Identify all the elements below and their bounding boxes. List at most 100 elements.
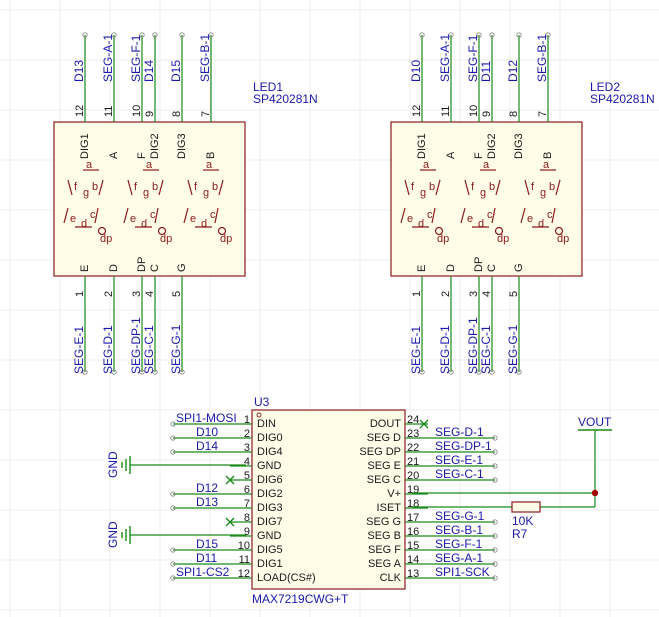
u3-net-label: SEG-D-1 <box>435 425 484 439</box>
u3-pin-number: 19 <box>407 484 419 496</box>
led2-pin-name: G <box>513 263 525 272</box>
u3-net-label: D15 <box>196 537 218 551</box>
led1-pin-number: 10 <box>131 105 143 117</box>
led2-component[interactable]: LED2 SP420281N D1012DIG1SEG-A-111ASEG-F-… <box>390 32 655 375</box>
u3-net-label: SEG-B-1 <box>435 523 483 537</box>
led1-pin-4[interactable]: C 4 SEG-C-1 <box>142 264 161 375</box>
u3-pin-name: SEG C <box>367 474 401 486</box>
u3-net-label: SPI1-SCK <box>435 565 490 579</box>
led1-pin-net: SEG-C-1 <box>142 325 156 374</box>
u3-pin-name: SEG E <box>367 460 401 472</box>
gnd-label-pin9: GND <box>106 521 120 548</box>
led2-pin-net: SEG-DP-1 <box>466 317 480 374</box>
led2-pin-5[interactable]: G 5 SEG-G-1 <box>506 263 525 375</box>
u3-pin-name: DIG1 <box>257 558 283 570</box>
gnd-symbol-pin4[interactable]: GND <box>106 451 246 478</box>
u3-pin-name: V+ <box>387 488 401 500</box>
led1-pin-name: B <box>205 152 217 159</box>
u3-net-label: SEG-DP-1 <box>435 439 492 453</box>
gnd-symbol-pin9[interactable]: GND <box>106 521 246 548</box>
segment-c: c <box>427 209 433 221</box>
segment-d: d <box>478 218 484 230</box>
segment-e: e <box>130 213 136 225</box>
led1-pin-net: D13 <box>72 60 86 82</box>
r7-designator: R7 <box>512 527 528 541</box>
u3-pin-name: GND <box>257 530 282 542</box>
led2-pin-name: DIG2 <box>486 133 498 159</box>
u3-pin-number: 20 <box>407 470 419 482</box>
led2-pin-4[interactable]: C 4 SEG-C-1 <box>479 264 498 375</box>
led2-pin-name: D <box>445 264 457 272</box>
led1-pin-number: 1 <box>74 291 86 297</box>
led1-pin-1[interactable]: E 1 SEG-E-1 <box>72 265 91 375</box>
led2-pin-number: 5 <box>508 291 520 297</box>
u3-component[interactable]: U3 MAX7219CWG+T 1 DIN SPI1-MOSI 2 DIG0 D10 3 DI… <box>170 395 498 606</box>
led2-pin-net: SEG-F-1 <box>466 34 480 82</box>
led1-pin-name: A <box>108 151 120 159</box>
led2-pin-net: D10 <box>409 60 423 82</box>
led2-part-number: SP420281N <box>590 92 655 106</box>
u3-pin-number: 14 <box>407 554 419 566</box>
led1-pin-net: SEG-F-1 <box>129 34 143 82</box>
led1-pin-5[interactable]: G 5 SEG-G-1 <box>169 263 188 375</box>
led1-pin-net: SEG-DP-1 <box>129 317 143 374</box>
r7-body <box>511 501 541 513</box>
u3-pin-number: 2 <box>244 428 250 440</box>
led1-pin-name: F <box>136 152 148 159</box>
u3-net-label: SEG-F-1 <box>435 537 483 551</box>
segment-g: g <box>143 187 149 199</box>
led2-pin-name: A <box>445 151 457 159</box>
led1-pin-name: DIG1 <box>79 133 91 159</box>
led1-component[interactable]: LED1 SP420281N D1312DIG1SEG-A-111ASEG-F-… <box>53 32 318 375</box>
schematic-canvas: LED1 SP420281N D1312DIG1SEG-A-111ASEG-F-… <box>0 0 659 617</box>
u3-pin-number: 15 <box>407 540 419 552</box>
led2-pin-net: D12 <box>506 60 520 82</box>
segment-e: e <box>190 213 196 225</box>
vout-label: VOUT <box>578 415 612 429</box>
led2-pin-2[interactable]: D 2 SEG-D-1 <box>438 264 457 375</box>
segment-b: b <box>489 181 495 193</box>
u3-pin-number: 5 <box>244 470 250 482</box>
led1-pin-name: G <box>176 263 188 272</box>
led2-pin-name: DIG1 <box>416 133 428 159</box>
led2-pin-number: 3 <box>468 291 480 297</box>
segment-b: b <box>549 181 555 193</box>
segment-dp: dp <box>160 233 172 245</box>
u3-pin-name: DIG4 <box>257 446 283 458</box>
led1-pin-name: DIG2 <box>149 133 161 159</box>
u3-pin-number: 3 <box>244 442 250 454</box>
led1-pin-number: 3 <box>131 291 143 297</box>
segment-d: d <box>201 218 207 230</box>
led1-pin-net: SEG-D-1 <box>101 325 115 374</box>
segment-a: a <box>423 159 430 171</box>
u3-pin-name: SEG F <box>368 544 401 556</box>
r7-value: 10K <box>512 514 533 528</box>
u3-net-label: D11 <box>196 551 217 565</box>
u3-pin-name: DIG3 <box>257 502 283 514</box>
led1-pin-number: 12 <box>74 105 86 117</box>
led2-pin-name: DP <box>473 257 485 272</box>
led1-part-number: SP420281N <box>253 92 318 106</box>
u3-pin-name: DOUT <box>370 418 401 430</box>
led1-pin-net: SEG-B-1 <box>198 34 212 82</box>
led2-pin-number: 8 <box>508 111 520 117</box>
u3-net-label: D13 <box>196 495 218 509</box>
led2-pin-name: F <box>473 152 485 159</box>
led2-pin-number: 7 <box>537 111 549 117</box>
led2-pin-net: D11 <box>479 61 493 82</box>
segment-d: d <box>538 218 544 230</box>
led1-pin-name: E <box>79 265 91 272</box>
segment-e: e <box>467 213 473 225</box>
led2-pin-net: SEG-B-1 <box>535 34 549 82</box>
u3-pin-number: 7 <box>244 498 250 510</box>
segment-b: b <box>429 181 435 193</box>
led2-pin-1[interactable]: E 1 SEG-E-1 <box>409 265 428 375</box>
led2-pin-number: 11 <box>440 106 452 117</box>
led1-pin-net: SEG-A-1 <box>101 34 115 82</box>
led1-pin-number: 2 <box>103 291 115 297</box>
led1-pin-net: SEG-G-1 <box>169 324 183 374</box>
u3-pin-number: 8 <box>244 512 250 524</box>
segment-b: b <box>152 181 158 193</box>
segment-b: b <box>92 181 98 193</box>
u3-pin-name: SEG DP <box>359 446 401 458</box>
